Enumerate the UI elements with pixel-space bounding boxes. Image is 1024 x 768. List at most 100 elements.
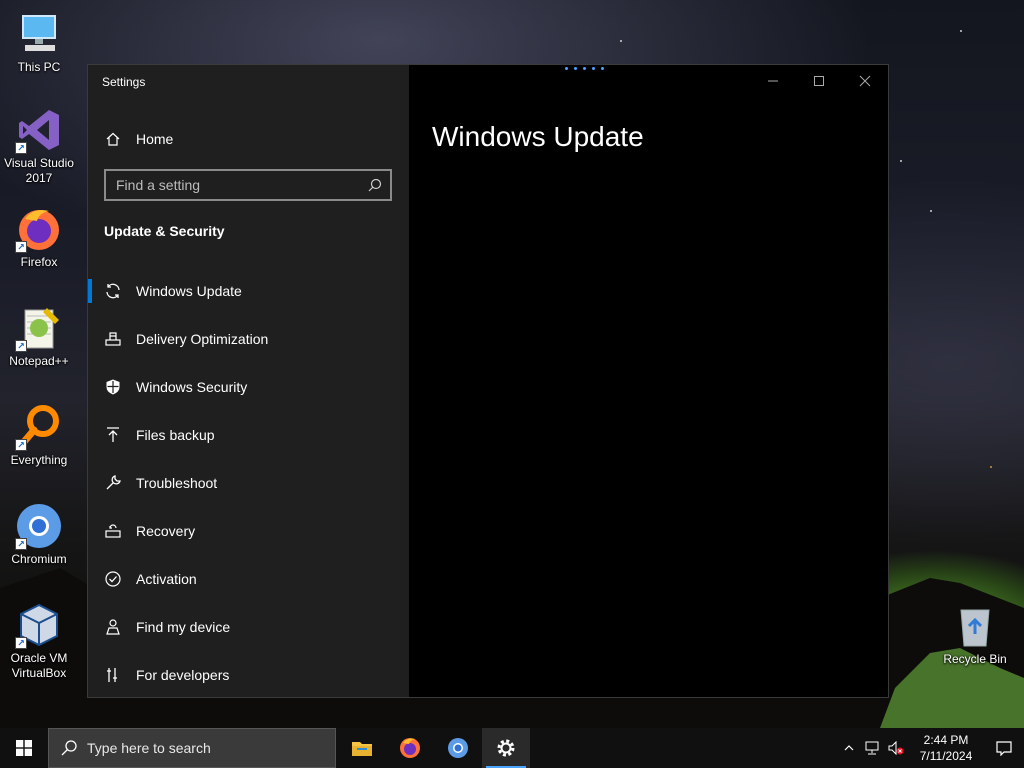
shortcut-arrow-icon: ↗ [15,637,27,649]
windows-logo-icon [16,740,32,756]
window-title: Settings [102,75,146,89]
settings-nav-list: Windows Update Delivery Optimization Win… [88,267,409,699]
nav-item-label: For developers [136,667,230,683]
maximize-icon [814,76,824,86]
desktop-icon-recycle-bin[interactable]: Recycle Bin [936,602,1014,667]
search-icon [61,740,77,756]
nav-item-windows-security[interactable]: Windows Security [88,363,409,411]
desktop-icon-label: Firefox [20,255,58,269]
gear-icon [497,739,515,757]
nav-item-label: Delivery Optimization [136,331,269,347]
search-input[interactable] [116,177,356,193]
notepad-plus-plus-icon: ↗ [15,304,63,352]
settings-content: Windows Update [409,65,888,697]
settings-sidebar: Settings Home Update & Security Windows … [88,65,409,697]
nav-home[interactable]: Home [88,121,409,157]
desktop-icon-label: Visual Studio 2017 [4,156,74,185]
nav-item-label: Windows Security [136,379,248,395]
taskbar-file-explorer[interactable] [338,728,386,768]
desktop-icon-everything[interactable]: ↗ Everything [0,403,78,468]
section-title: Update & Security [104,223,225,239]
recycle-bin-icon [951,602,999,650]
nav-item-label: Troubleshoot [136,475,218,491]
nav-item-label: Recovery [136,523,196,539]
find-setting-search[interactable] [104,169,392,201]
system-tray: 2:44 PM 7/11/2024 [838,728,1024,768]
search-icon[interactable] [368,178,382,192]
taskbar-firefox[interactable] [386,728,434,768]
nav-item-activation[interactable]: Activation [88,555,409,603]
network-button[interactable] [860,728,884,768]
network-icon [865,741,879,755]
clock[interactable]: 2:44 PM 7/11/2024 [908,728,984,768]
taskbar-settings[interactable] [482,728,530,768]
nav-home-label: Home [136,131,174,147]
wrench-icon [104,474,122,492]
chevron-up-icon [844,745,854,751]
shield-icon [104,378,122,396]
shortcut-arrow-icon: ↗ [15,241,27,253]
taskbar: 2:44 PM 7/11/2024 [0,728,1024,768]
shortcut-arrow-icon: ↗ [15,439,27,451]
taskbar-chromium[interactable] [434,728,482,768]
visual-studio-icon: ↗ [15,106,63,154]
desktop-icon-this-pc[interactable]: This PC [0,10,78,75]
settings-window: Settings Home Update & Security Windows … [87,64,889,698]
nav-item-for-developers[interactable]: For developers [88,651,409,699]
minimize-icon [768,80,778,82]
nav-item-windows-update[interactable]: Windows Update [88,267,409,315]
action-center-button[interactable] [984,728,1024,768]
sync-icon [104,282,122,300]
close-icon [859,75,871,87]
desktop-icon-virtualbox[interactable]: ↗ Oracle VM VirtualBox [0,601,78,681]
desktop-icon-label: Everything [10,453,68,467]
nav-item-label: Windows Update [136,283,242,299]
upload-arrow-icon [104,426,122,444]
volume-button[interactable] [884,728,908,768]
desktop-icon-label: Chromium [11,552,67,566]
start-button[interactable] [0,728,48,768]
desktop-icon-chromium[interactable]: ↗ Chromium [0,502,78,567]
maximize-button[interactable] [796,65,842,97]
desktop-icon-label: Oracle VM VirtualBox [10,651,68,680]
clock-time: 2:44 PM [923,733,969,747]
nav-item-recovery[interactable]: Recovery [88,507,409,555]
computer-icon [15,10,63,58]
recovery-icon [104,522,122,540]
clock-date: 7/11/2024 [919,749,973,763]
taskbar-search-box[interactable] [48,728,336,768]
desktop-icon-label: Recycle Bin [943,652,1007,666]
chromium-icon: ↗ [15,502,63,550]
firefox-icon [400,738,420,758]
nav-item-delivery-optimization[interactable]: Delivery Optimization [88,315,409,363]
nav-item-label: Find my device [136,619,231,635]
desktop-icon-visual-studio[interactable]: ↗ Visual Studio 2017 [0,106,78,186]
firefox-icon: ↗ [15,205,63,253]
chromium-icon [448,738,468,758]
volume-muted-icon [888,741,904,755]
minimize-button[interactable] [750,65,796,97]
virtualbox-icon: ↗ [15,601,63,649]
shortcut-arrow-icon: ↗ [15,142,27,154]
shortcut-arrow-icon: ↗ [15,340,27,352]
everything-search-icon: ↗ [15,403,63,451]
nav-item-find-my-device[interactable]: Find my device [88,603,409,651]
home-icon [106,132,120,146]
nav-item-troubleshoot[interactable]: Troubleshoot [88,459,409,507]
page-title: Windows Update [432,121,644,152]
desktop-icon-notepad-plus-plus[interactable]: ↗ Notepad++ [0,304,78,369]
close-button[interactable] [842,65,888,97]
notification-icon [996,741,1012,756]
folder-icon [352,742,372,756]
show-hidden-icons-button[interactable] [838,728,860,768]
taskbar-search-input[interactable] [87,740,317,756]
shortcut-arrow-icon: ↗ [15,538,27,550]
nav-item-files-backup[interactable]: Files backup [88,411,409,459]
desktop-icon-firefox[interactable]: ↗ Firefox [0,205,78,270]
nav-item-label: Files backup [136,427,215,443]
desktop-icon-label: This PC [17,60,61,74]
developer-icon [104,666,122,684]
nav-item-label: Activation [136,571,197,587]
check-circle-icon [104,570,122,588]
delivery-icon [104,330,122,348]
